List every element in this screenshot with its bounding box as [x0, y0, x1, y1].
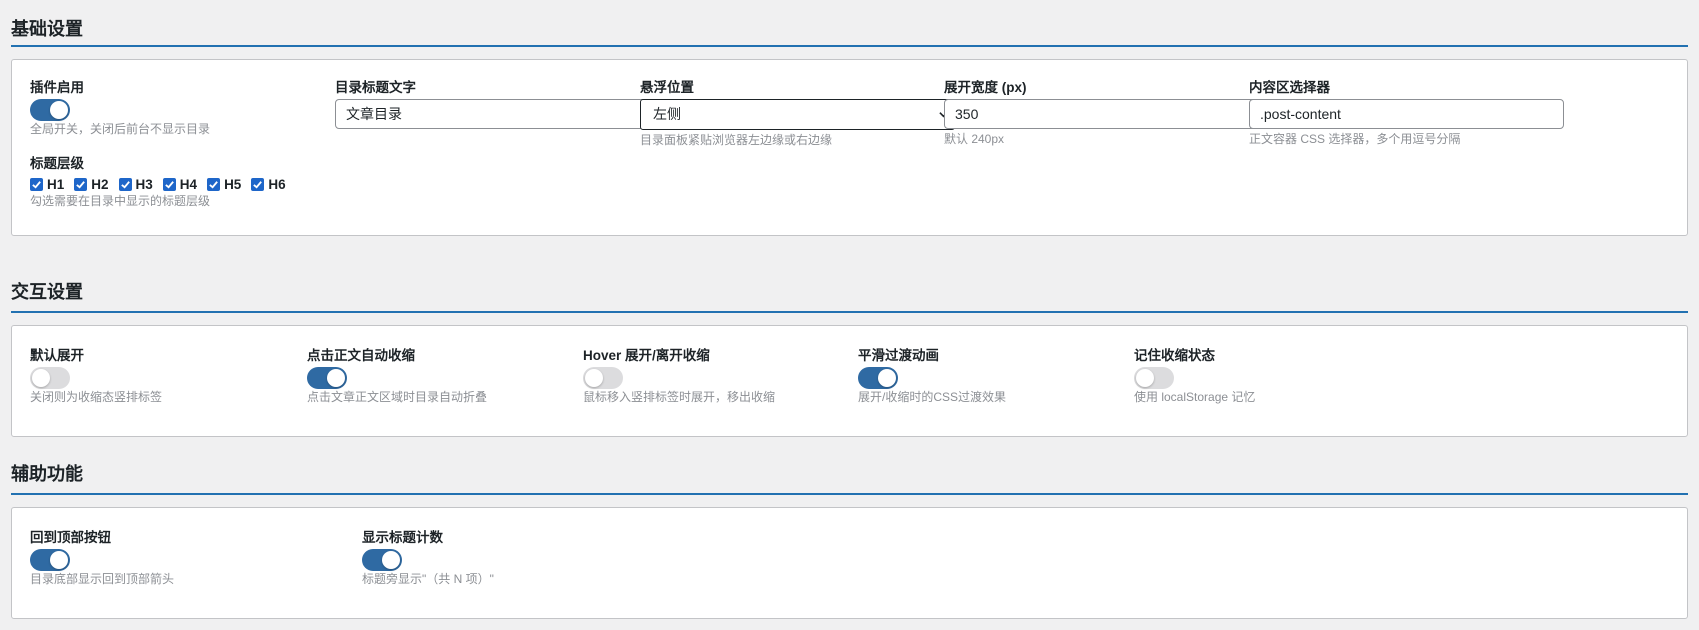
selector-input[interactable] [1249, 99, 1564, 129]
toc-title-input[interactable] [335, 99, 650, 129]
width-label: 展开宽度 (px) [944, 80, 1027, 95]
toggle-knob [327, 369, 345, 387]
checkbox-checked-icon[interactable] [207, 177, 221, 191]
toggle-knob [50, 551, 68, 569]
default-expand-field: 默认展开 关闭则为收缩态竖排标签 [30, 347, 162, 405]
remember-state-desc: 使用 localStorage 记忆 [1134, 390, 1256, 404]
checkbox-checked-icon[interactable] [74, 177, 88, 191]
selector-label: 内容区选择器 [1249, 80, 1330, 95]
smooth-animation-field: 平滑过渡动画 展开/收缩时的CSS过渡效果 [858, 347, 1006, 405]
levels-desc: 勾选需要在目录中显示的标题层级 [30, 194, 211, 208]
heading-count-desc: 标题旁显示"（共 N 项）" [362, 572, 494, 586]
enable-field: 插件启用 全局开关，关闭后前台不显示目录 [30, 79, 210, 137]
position-field: 悬浮位置 左侧 目录面板紧贴浏览器左边缘或右边缘 [640, 79, 955, 148]
default-expand-label: 默认展开 [30, 348, 84, 363]
toggle-knob [382, 551, 400, 569]
enable-desc: 全局开关，关闭后前台不显示目录 [30, 122, 211, 136]
checkbox-checked-icon[interactable] [251, 177, 265, 191]
heading-count-field: 显示标题计数 标题旁显示"（共 N 项）" [362, 529, 494, 587]
remember-state-field: 记住收缩状态 使用 localStorage 记忆 [1134, 347, 1255, 405]
enable-label: 插件启用 [30, 80, 84, 95]
back-to-top-field: 回到顶部按钮 目录底部显示回到顶部箭头 [30, 529, 174, 587]
position-desc: 目录面板紧贴浏览器左边缘或右边缘 [640, 133, 833, 147]
levels-field: 标题层级 H1 H2 H3 H4 H5 H6 勾选需要在目录中显示的标题层级 [30, 155, 296, 209]
level-label: H5 [224, 176, 242, 192]
level-label: H1 [47, 176, 65, 192]
hover-expand-label: Hover 展开/离开收缩 [583, 348, 710, 363]
level-label: H4 [179, 176, 198, 192]
section-title-basic: 基础设置 [11, 19, 83, 39]
remember-state-toggle[interactable] [1134, 367, 1174, 389]
smooth-animation-label: 平滑过渡动画 [858, 348, 939, 363]
back-to-top-toggle[interactable] [30, 549, 70, 571]
level-checkbox-h6[interactable]: H6 [251, 176, 286, 192]
interaction-settings-card: 默认展开 关闭则为收缩态竖排标签 点击正文自动收缩 点击文章正文区域时目录自动折… [11, 325, 1688, 437]
checkbox-checked-icon[interactable] [162, 177, 176, 191]
section-divider [11, 493, 1688, 495]
heading-count-label: 显示标题计数 [362, 530, 443, 545]
click-collapse-field: 点击正文自动收缩 点击文章正文区域时目录自动折叠 [307, 347, 487, 405]
selector-field: 内容区选择器 正文容器 CSS 选择器，多个用逗号分隔 [1249, 79, 1564, 147]
level-checkbox-h4[interactable]: H4 [162, 176, 198, 192]
checkbox-checked-icon[interactable] [118, 177, 132, 191]
section-title-aux: 辅助功能 [11, 464, 83, 484]
enable-toggle[interactable] [30, 99, 70, 121]
toggle-knob [585, 369, 603, 387]
selector-desc: 正文容器 CSS 选择器，多个用逗号分隔 [1249, 132, 1461, 146]
level-checkbox-h1[interactable]: H1 [30, 177, 64, 192]
level-checkbox-h2[interactable]: H2 [74, 176, 109, 192]
smooth-animation-toggle[interactable] [858, 367, 898, 389]
hover-expand-desc: 鼠标移入竖排标签时展开，移出收缩 [583, 390, 776, 404]
level-label: H2 [91, 176, 109, 192]
section-title-interaction: 交互设置 [11, 282, 83, 302]
toc-title-label: 目录标题文字 [335, 80, 416, 95]
position-selected-value: 左侧 [653, 106, 681, 122]
click-collapse-label: 点击正文自动收缩 [307, 348, 415, 363]
position-label: 悬浮位置 [640, 80, 694, 95]
width-field: 展开宽度 (px) 默认 240px [944, 79, 1259, 147]
level-label: H6 [268, 176, 286, 192]
section-divider [11, 45, 1688, 47]
toggle-knob [50, 101, 68, 119]
levels-label: 标题层级 [30, 156, 84, 171]
level-checkbox-h3[interactable]: H3 [118, 176, 153, 192]
level-label: H3 [135, 176, 153, 192]
width-input[interactable] [944, 99, 1259, 129]
level-checkbox-h5[interactable]: H5 [207, 177, 241, 192]
basic-settings-card: 插件启用 全局开关，关闭后前台不显示目录 目录标题文字 悬浮位置 左侧 目录面板… [11, 59, 1688, 236]
toc-title-field: 目录标题文字 [335, 79, 650, 129]
width-desc: 默认 240px [944, 132, 1005, 146]
back-to-top-label: 回到顶部按钮 [30, 530, 111, 545]
heading-count-toggle[interactable] [362, 549, 402, 571]
click-collapse-toggle[interactable] [307, 367, 347, 389]
toggle-knob [878, 369, 896, 387]
checkbox-checked-icon[interactable] [30, 177, 43, 191]
remember-state-label: 记住收缩状态 [1134, 348, 1215, 363]
position-select[interactable]: 左侧 [640, 99, 955, 130]
hover-expand-field: Hover 展开/离开收缩 鼠标移入竖排标签时展开，移出收缩 [583, 347, 775, 405]
default-expand-toggle[interactable] [30, 367, 70, 389]
click-collapse-desc: 点击文章正文区域时目录自动折叠 [307, 390, 488, 404]
section-divider [11, 311, 1688, 313]
default-expand-desc: 关闭则为收缩态竖排标签 [30, 390, 163, 404]
smooth-animation-desc: 展开/收缩时的CSS过渡效果 [858, 390, 1007, 404]
toggle-knob [1136, 369, 1154, 387]
levels-checkbox-group: H1 H2 H3 H4 H5 H6 [30, 175, 296, 193]
toggle-knob [32, 369, 50, 387]
hover-expand-toggle[interactable] [583, 367, 623, 389]
aux-settings-card: 回到顶部按钮 目录底部显示回到顶部箭头 显示标题计数 标题旁显示"（共 N 项）… [11, 507, 1688, 619]
back-to-top-desc: 目录底部显示回到顶部箭头 [30, 572, 175, 586]
